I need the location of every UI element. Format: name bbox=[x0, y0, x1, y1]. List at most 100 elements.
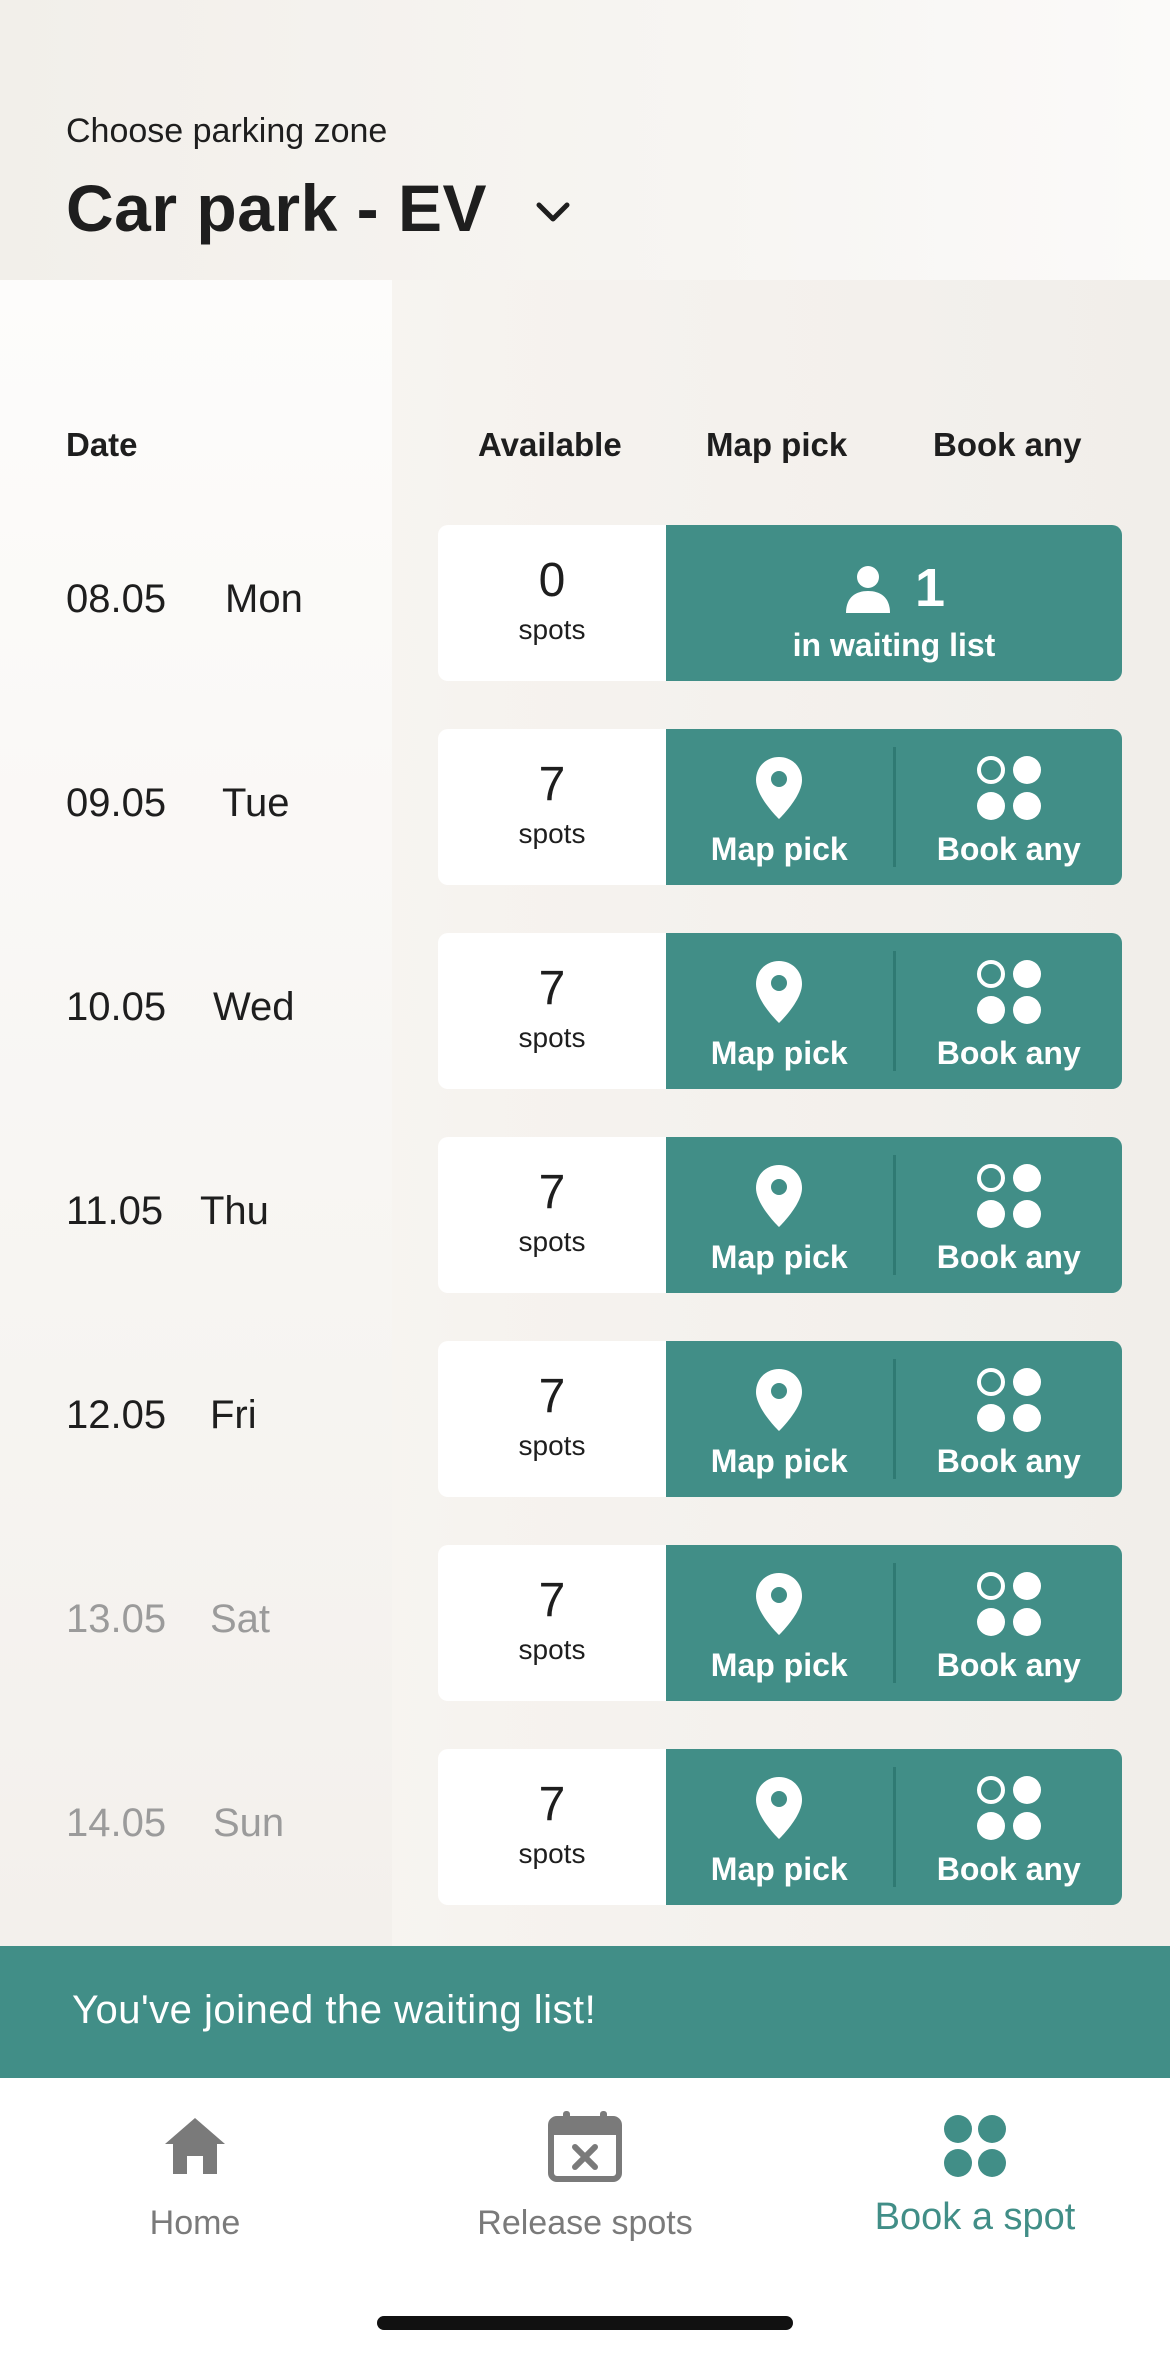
grid-dots-icon bbox=[976, 1776, 1041, 1840]
available-unit: spots bbox=[518, 1022, 586, 1053]
action-box: Map pick Book any bbox=[666, 933, 1122, 1089]
row-date: 08.05 bbox=[66, 577, 167, 621]
bottom-tab-bar: Home Release spots Book a spot bbox=[0, 2078, 1170, 2356]
map-pick-label: Map pick bbox=[710, 1239, 848, 1275]
book-any-button[interactable]: Book any bbox=[896, 1749, 1123, 1905]
column-header-date: Date bbox=[66, 426, 138, 463]
map-pin-icon bbox=[756, 1573, 803, 1635]
grid-dots-icon bbox=[976, 1368, 1041, 1432]
book-any-label: Book any bbox=[936, 1851, 1081, 1887]
book-any-label: Book any bbox=[936, 1443, 1081, 1479]
day-row: 13.05 Sat 7 spots Map pick Book any bbox=[0, 1545, 1170, 1701]
available-spots: 7 spots bbox=[438, 1545, 666, 1701]
map-pick-button[interactable]: Map pick bbox=[666, 1341, 893, 1497]
map-pick-button[interactable]: Map pick bbox=[666, 933, 893, 1089]
book-any-label: Book any bbox=[936, 1035, 1081, 1071]
map-pin-icon bbox=[756, 1369, 803, 1431]
available-spots: 7 spots bbox=[438, 1341, 666, 1497]
available-unit: spots bbox=[518, 614, 586, 645]
grid-dots-icon bbox=[976, 756, 1041, 820]
user-icon bbox=[845, 566, 890, 613]
waiting-list-label: in waiting list bbox=[792, 627, 996, 663]
tab-release-spots[interactable]: Release spots bbox=[390, 2106, 780, 2256]
book-any-button[interactable]: Book any bbox=[896, 1341, 1123, 1497]
column-header-map-pick: Map pick bbox=[706, 426, 848, 463]
row-day: Sun bbox=[213, 1801, 285, 1845]
home-icon bbox=[165, 2118, 225, 2174]
day-row: 11.05 Thu 7 spots Map pick Book any bbox=[0, 1137, 1170, 1293]
map-pin-icon bbox=[756, 1777, 803, 1839]
map-pick-label: Map pick bbox=[710, 1647, 848, 1683]
zone-name: Car park - EV bbox=[66, 171, 487, 245]
waiting-list-box: 1 in waiting list bbox=[666, 525, 1122, 681]
tab-home-label: Home bbox=[149, 2204, 241, 2242]
available-count: 7 bbox=[538, 1574, 566, 1627]
row-day: Sat bbox=[210, 1597, 271, 1641]
available-unit: spots bbox=[518, 1430, 586, 1461]
tab-home[interactable]: Home bbox=[0, 2106, 390, 2256]
zone-header: Choose parking zone Car park - EV bbox=[0, 0, 1170, 280]
book-a-spot-screen: Choose parking zone Car park - EV Date A… bbox=[0, 0, 1170, 2356]
available-spots: 7 spots bbox=[438, 933, 666, 1089]
column-header-available: Available bbox=[478, 426, 622, 463]
map-pick-label: Map pick bbox=[710, 831, 848, 867]
day-row: 09.05 Tue 7 spots Map pick Book any bbox=[0, 729, 1170, 885]
map-pick-label: Map pick bbox=[710, 1851, 848, 1887]
map-pin-icon bbox=[756, 1165, 803, 1227]
grid-dots-icon bbox=[976, 1164, 1041, 1228]
available-count: 7 bbox=[538, 758, 566, 811]
row-day: Fri bbox=[210, 1393, 257, 1437]
map-pick-button[interactable]: Map pick bbox=[666, 1545, 893, 1701]
toast-message: You've joined the waiting list! bbox=[72, 1988, 597, 2032]
map-pick-label: Map pick bbox=[710, 1035, 848, 1071]
book-any-label: Book any bbox=[936, 1647, 1081, 1683]
waiting-list-button[interactable]: 1 in waiting list bbox=[666, 525, 1122, 681]
map-pick-button[interactable]: Map pick bbox=[666, 729, 893, 885]
action-box: Map pick Book any bbox=[666, 1137, 1122, 1293]
zone-label: Choose parking zone bbox=[66, 112, 388, 150]
available-count: 7 bbox=[538, 1166, 566, 1219]
tab-release-spots-label: Release spots bbox=[477, 2204, 693, 2242]
book-any-button[interactable]: Book any bbox=[896, 933, 1123, 1089]
action-box: Map pick Book any bbox=[666, 729, 1122, 885]
available-spots: 0 spots bbox=[438, 525, 666, 681]
column-header-book-any: Book any bbox=[933, 426, 1082, 463]
day-row: 14.05 Sun 7 spots Map pick Book any bbox=[0, 1749, 1170, 1905]
waiting-count: 1 bbox=[914, 558, 946, 618]
action-box: Map pick Book any bbox=[666, 1545, 1122, 1701]
row-date: 13.05 bbox=[66, 1597, 167, 1641]
book-any-button[interactable]: Book any bbox=[896, 729, 1123, 885]
row-date: 12.05 bbox=[66, 1393, 167, 1437]
grid-dots-icon bbox=[944, 2115, 1006, 2177]
day-row: 08.05 Mon 0 spots 1 in waiting list bbox=[0, 525, 1170, 681]
row-date: 14.05 bbox=[66, 1801, 167, 1845]
available-count: 7 bbox=[538, 1778, 566, 1831]
row-date: 09.05 bbox=[66, 781, 167, 825]
day-row: 12.05 Fri 7 spots Map pick Book any bbox=[0, 1341, 1170, 1497]
tab-book-a-spot-label: Book a spot bbox=[874, 2196, 1076, 2238]
home-indicator bbox=[377, 2316, 793, 2330]
available-unit: spots bbox=[518, 1838, 586, 1869]
available-unit: spots bbox=[518, 1634, 586, 1665]
grid-dots-icon bbox=[976, 1572, 1041, 1636]
action-box: Map pick Book any bbox=[666, 1341, 1122, 1497]
row-date: 10.05 bbox=[66, 985, 167, 1029]
toast-notification: You've joined the waiting list! bbox=[0, 1946, 1170, 2078]
day-row: 10.05 Wed 7 spots Map pick Book any bbox=[0, 933, 1170, 1089]
row-date: 11.05 bbox=[66, 1189, 164, 1233]
map-pick-label: Map pick bbox=[710, 1443, 848, 1479]
action-box: Map pick Book any bbox=[666, 1749, 1122, 1905]
map-pick-button[interactable]: Map pick bbox=[666, 1749, 893, 1905]
tab-book-a-spot[interactable]: Book a spot bbox=[780, 2106, 1170, 2256]
map-pick-button[interactable]: Map pick bbox=[666, 1137, 893, 1293]
row-day: Wed bbox=[213, 985, 295, 1029]
zone-dropdown[interactable]: Car park - EV bbox=[66, 168, 575, 248]
available-count: 7 bbox=[538, 962, 566, 1015]
row-day: Thu bbox=[200, 1189, 269, 1233]
book-any-label: Book any bbox=[936, 831, 1081, 867]
book-any-button[interactable]: Book any bbox=[896, 1137, 1123, 1293]
book-any-button[interactable]: Book any bbox=[896, 1545, 1123, 1701]
row-day: Mon bbox=[225, 577, 303, 621]
calendar-x-icon bbox=[548, 2111, 622, 2182]
available-spots: 7 spots bbox=[438, 729, 666, 885]
